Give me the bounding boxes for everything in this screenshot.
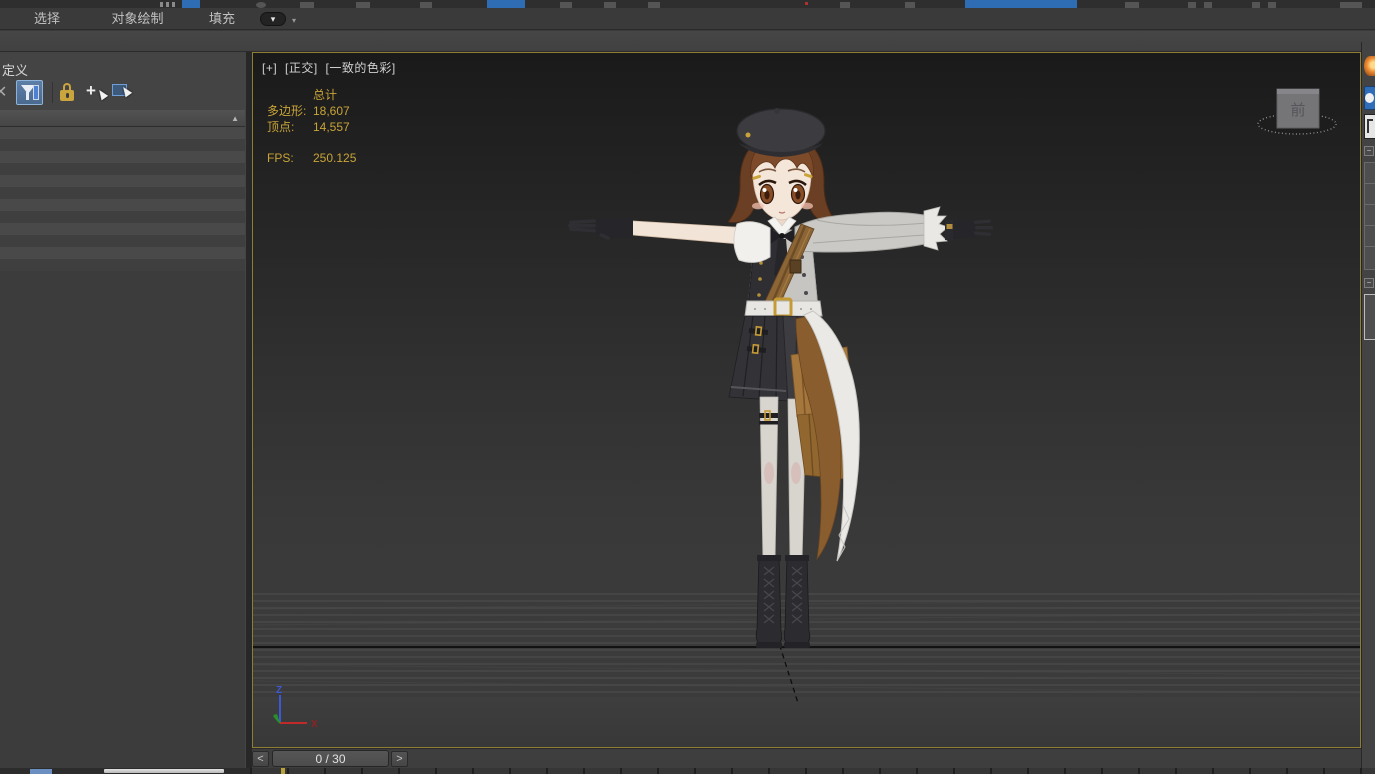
- character-model[interactable]: [555, 105, 995, 655]
- glove-right: [953, 219, 976, 239]
- beret: [737, 109, 825, 153]
- sleeve-right-long: [795, 212, 930, 252]
- rollout-collapse-icon[interactable]: −: [1364, 146, 1374, 156]
- blush-left: [752, 203, 764, 210]
- beret-pin: [746, 133, 751, 138]
- command-panel-strip: − −: [1361, 42, 1375, 774]
- left-panel: 定义 ✕ + ▲: [0, 52, 246, 768]
- sash-emblem: [790, 260, 801, 273]
- filter-icon-box: [33, 85, 39, 100]
- next-frame-button[interactable]: >: [391, 751, 408, 767]
- toolbar-icon-fragment[interactable]: [172, 2, 175, 7]
- close-icon[interactable]: ✕: [0, 82, 7, 102]
- filter-icon-stem: [26, 92, 29, 100]
- filter-button[interactable]: [16, 80, 43, 105]
- track-bar-strip: [0, 768, 1375, 774]
- ribbon-overflow-button[interactable]: ▾: [260, 12, 286, 26]
- boots: [756, 555, 810, 648]
- main-toolbar-strip: [0, 0, 1375, 8]
- track-bar-key-marker[interactable]: [281, 768, 285, 774]
- arm-left: [568, 218, 770, 262]
- stats-polygons-label: 多边形:: [267, 103, 313, 119]
- blush-right: [801, 203, 813, 210]
- lock-icon[interactable]: [60, 83, 75, 102]
- time-slider[interactable]: 0 / 30: [272, 750, 389, 767]
- toolbar-active-button[interactable]: [487, 0, 525, 8]
- world-axis-tripod: Z X: [273, 685, 318, 730]
- viewcube-top-edge: [1277, 89, 1319, 94]
- toolbar-separator: [52, 82, 53, 103]
- stats-vertices-label: 顶点:: [267, 119, 313, 135]
- beret-stub: [774, 108, 780, 114]
- viewport-shading-button[interactable]: [一致的色彩]: [326, 61, 396, 75]
- status-fragment-blue[interactable]: [30, 769, 52, 774]
- sort-ascending-icon[interactable]: ▲: [231, 114, 239, 123]
- boot-right-sole: [784, 642, 810, 648]
- viewcube[interactable]: 前: [1258, 89, 1336, 134]
- subobject-button-stack[interactable]: [1364, 162, 1375, 270]
- ribbon-tab-row: 选择 对象绘制 填充 ▾ ▾: [0, 8, 1375, 30]
- pick-object-icon[interactable]: [112, 84, 127, 96]
- panel-icon-white[interactable]: [1364, 114, 1375, 139]
- knee-blush-left: [764, 462, 774, 484]
- list-rows[interactable]: [0, 127, 245, 271]
- rollout-collapse-icon[interactable]: −: [1364, 278, 1374, 288]
- toolbar-icon-fragment[interactable]: [805, 2, 808, 5]
- ribbon-tab-object-paint[interactable]: 对象绘制: [100, 8, 175, 30]
- boot-left-sole: [756, 642, 782, 648]
- knee-blush-right: [791, 462, 801, 484]
- cursor-arrow-icon: [96, 88, 108, 101]
- sleeve-left-puff: [734, 222, 770, 263]
- ribbon-tab-populate[interactable]: 填充: [196, 8, 248, 30]
- toolbar-icon-fragment[interactable]: [166, 2, 169, 7]
- select-move-button[interactable]: [182, 0, 200, 8]
- cuff-frill: [924, 207, 948, 250]
- mini-scrollbar[interactable]: [104, 769, 224, 773]
- create-tab-icon[interactable]: [1364, 56, 1375, 76]
- toolbar-active-dropdown[interactable]: [965, 0, 1077, 8]
- panel-field-partial[interactable]: [1364, 294, 1375, 340]
- definition-list: ▲: [0, 110, 245, 768]
- stats-polygons-value: 18,607: [313, 103, 356, 119]
- panel-toolbar: ✕ +: [0, 80, 246, 108]
- stats-fps-label: FPS:: [267, 150, 313, 166]
- x-axis-label: X: [311, 719, 318, 730]
- previous-frame-button[interactable]: <: [252, 751, 269, 767]
- viewport-view-button[interactable]: [正交]: [285, 61, 318, 75]
- ribbon-tab-select[interactable]: 选择: [20, 8, 74, 30]
- viewcube-face-label[interactable]: 前: [1290, 102, 1305, 119]
- viewport-menu-button[interactable]: [+]: [262, 61, 277, 75]
- viewport-label: [+] [正交] [一致的色彩]: [262, 59, 400, 76]
- panel-title: 定义: [2, 60, 28, 79]
- panel-icon-blue[interactable]: [1364, 86, 1375, 110]
- thigh-strap-lower: [759, 421, 778, 425]
- stats-vertices-value: 14,557: [313, 119, 356, 135]
- glove-right-wrist: [945, 220, 954, 240]
- track-bar-ticks[interactable]: [250, 768, 1375, 774]
- time-slider-bar: < 0 / 30 >: [252, 748, 1361, 768]
- thigh-strap-upper: [759, 413, 778, 418]
- z-axis-label: Z: [276, 685, 282, 696]
- list-column-header[interactable]: ▲: [0, 110, 245, 127]
- toolbar-icon-fragment[interactable]: [160, 2, 163, 7]
- cursor-arrow-icon: [120, 85, 132, 98]
- 3dsmax-window: 选择 对象绘制 填充 ▾ ▾ 定义 ✕ +: [0, 0, 1375, 774]
- ribbon-body-collapsed: [0, 31, 1375, 52]
- viewport-statistics: 总计 多边形: 18,607 顶点: 14,557 FPS: 250.125: [267, 87, 356, 166]
- ribbon-dropdown-caret-icon[interactable]: ▾: [292, 16, 296, 25]
- stats-total-label: 总计: [313, 87, 356, 103]
- add-cursor-icon[interactable]: +: [86, 81, 106, 103]
- stats-fps-value: 250.125: [313, 150, 356, 166]
- viewport[interactable]: 前 Z X: [252, 52, 1361, 748]
